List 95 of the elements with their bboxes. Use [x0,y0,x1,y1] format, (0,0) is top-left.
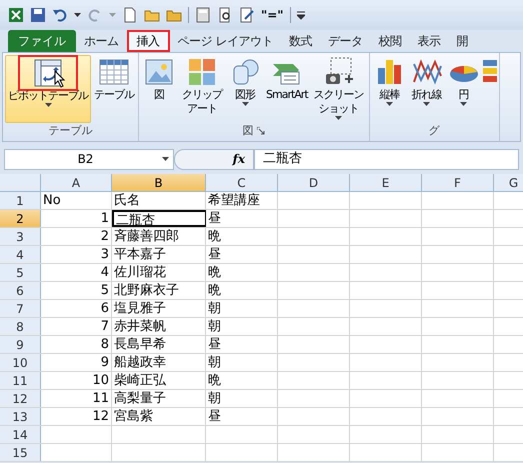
ribbon-button[interactable]: 図形 [227,55,263,123]
name-box[interactable]: B2 [4,148,174,170]
table-cell: 2 [100,229,109,244]
column-header[interactable]: E [350,174,422,191]
table-cell: 朝 [208,319,221,334]
column-header[interactable]: D [278,174,350,191]
ribbon-tab[interactable]: 挿入 [126,30,170,52]
ribbon-tab[interactable]: 表示 [409,30,448,52]
column-header[interactable]: G [494,174,523,191]
table-cell: 10 [92,373,109,388]
column-header[interactable]: B [112,174,206,191]
table-cell: 氏名 [114,193,140,208]
ribbon-tab[interactable]: 校閲 [370,30,410,52]
table-cell: 昼 [208,337,221,352]
row-header[interactable]: 11 [0,372,41,389]
ribbon-button[interactable]: 縦棒 [372,55,408,123]
table-cell: 朝 [208,301,221,316]
table-cell: No [43,193,61,208]
save-icon[interactable] [30,7,46,23]
table-cell: 昼 [208,211,221,226]
ribbon-button[interactable]: テーブル [92,55,136,123]
table-cell: 長島早希 [114,337,166,352]
spreadsheet-logo-icon[interactable] [8,7,24,23]
group-label: 図 [242,122,254,139]
table-cell: 晩 [208,283,221,298]
table-cell: 1 [100,211,109,226]
ribbon-button[interactable]: スクリーンショット [310,55,367,123]
table-cell: 宮島紫 [114,409,153,424]
ribbon-button[interactable]: ピボットテーブル [5,55,91,123]
table-cell: 昼 [208,409,221,424]
ribbon-tab[interactable]: ページ レイアウト [170,30,281,52]
table-cell: 希望講座 [208,193,260,208]
ribbon-tab[interactable]: ホーム [76,30,126,52]
ribbon-tab[interactable]: データ [320,30,370,52]
table-cell: 塩見雅子 [114,301,166,316]
new-document-icon[interactable] [122,7,138,23]
formula-button[interactable]: "=" [261,6,284,24]
ribbon-tab[interactable]: 開 [448,30,476,52]
row-header[interactable]: 4 [0,246,41,263]
row-header[interactable]: 8 [0,318,41,335]
group-label: テーブル [48,122,92,139]
row-header[interactable]: 5 [0,264,41,281]
table-cell: 朝 [208,391,221,406]
dialog-launcher-icon[interactable] [257,127,266,135]
dropdown-caret-icon [162,157,169,161]
table-cell: 3 [100,247,109,262]
row-header[interactable]: 14 [0,426,41,443]
ribbon-button[interactable]: 円 [446,55,482,123]
row-header[interactable]: 6 [0,282,41,299]
column-header[interactable]: F [422,174,494,191]
row-header[interactable]: 2 [0,210,41,227]
document-edit-icon[interactable] [239,7,255,23]
ribbon-button[interactable]: 図 [141,55,177,123]
table-cell: 晩 [208,229,221,244]
row-header[interactable]: 13 [0,408,41,425]
table-cell: 7 [100,319,109,334]
row-header[interactable]: 10 [0,354,41,371]
ribbon-button[interactable]: クリップアート [178,55,226,123]
formula-label: fx [174,148,254,170]
table-cell: 昼 [208,247,221,262]
formula-field[interactable]: 二瓶杏 [254,148,519,170]
table-cell: 晩 [208,265,221,280]
active-cell: 二瓶杏 [116,213,155,228]
row-header[interactable]: 9 [0,336,41,353]
table-cell: 北野麻衣子 [114,283,179,298]
column-header[interactable]: C [206,174,278,191]
undo-icon[interactable] [52,7,68,23]
row-header[interactable]: 7 [0,300,41,317]
ribbon-tab[interactable]: 数式 [280,30,320,52]
table-cell: 晩 [208,373,221,388]
table-cell: 12 [92,409,109,424]
mouse-pointer-icon [54,70,66,88]
table-cell: 11 [92,391,109,406]
table-cell: 柴崎正弘 [114,373,166,388]
row-header[interactable]: 15 [0,444,41,461]
table-cell: 船越政幸 [114,355,166,370]
ribbon-button[interactable]: SmartArt [264,55,310,123]
group-label: グ [428,122,440,139]
table-cell: 平本嘉子 [114,247,166,262]
table-cell: 高梨量子 [114,391,166,406]
row-header[interactable]: 3 [0,228,41,245]
clip-art-icon [186,56,218,88]
table-cell: 4 [100,265,109,280]
file-tab[interactable]: ファイル [8,30,76,52]
table-cell: 5 [100,283,109,298]
table-cell: 6 [100,301,109,316]
ribbon-button[interactable]: 折れ線 [408,55,445,123]
table-cell: 斉藤善四郎 [114,229,179,244]
table-cell: 佐川瑠花 [114,265,166,280]
table-cell: 8 [100,337,109,352]
table-cell: 赤井菜帆 [114,319,166,334]
table-cell: 朝 [208,355,221,370]
table-cell: 9 [100,355,109,370]
row-header[interactable]: 12 [0,390,41,407]
row-header[interactable]: 1 [0,192,41,209]
